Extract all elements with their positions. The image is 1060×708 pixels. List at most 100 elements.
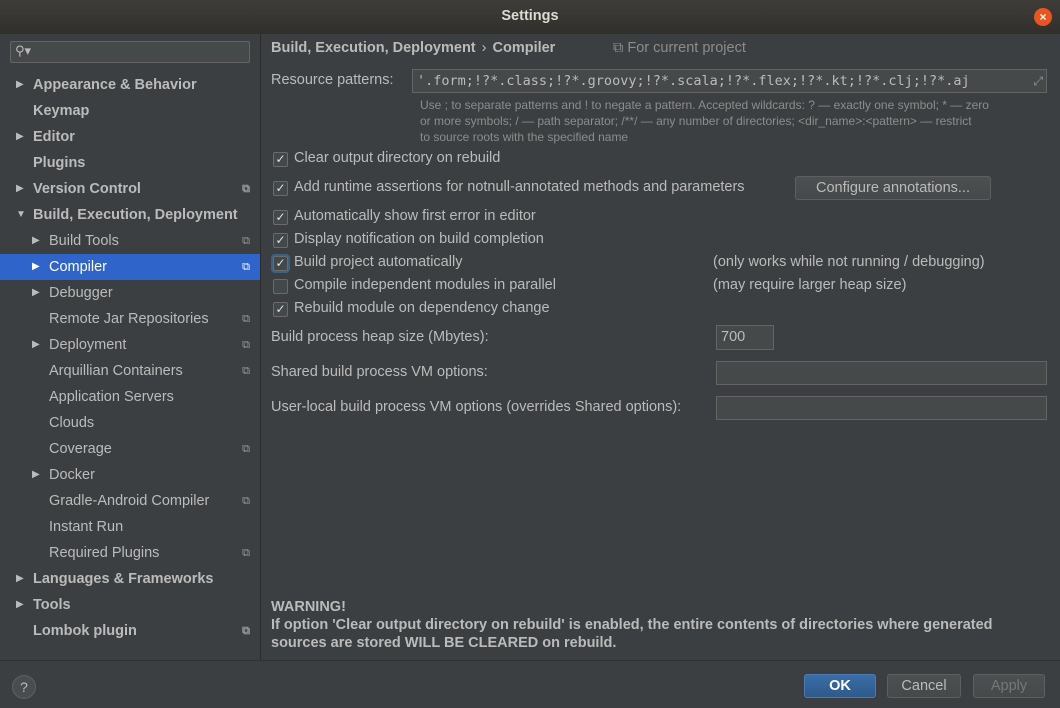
option-checkbox[interactable]: ✓ bbox=[273, 302, 288, 317]
option-checkbox[interactable]: ✓ bbox=[273, 210, 288, 225]
heap-size-input[interactable]: 700 bbox=[716, 325, 774, 350]
chevron-right-icon[interactable]: ▶ bbox=[16, 176, 24, 202]
sidebar-item-arquillian-containers[interactable]: Arquillian Containers ⧉ bbox=[0, 358, 260, 384]
apply-button[interactable]: Apply bbox=[973, 674, 1045, 698]
sidebar-item-required-plugins[interactable]: Required Plugins ⧉ bbox=[0, 540, 260, 566]
heap-size-label: Build process heap size (Mbytes): bbox=[271, 329, 489, 345]
close-icon[interactable]: × bbox=[1034, 8, 1052, 26]
option-note: (may require larger heap size) bbox=[713, 277, 907, 293]
project-scope-icon: ⧉ bbox=[242, 547, 250, 559]
chevron-right-icon[interactable]: ▶ bbox=[16, 72, 24, 98]
help-button[interactable]: ? bbox=[12, 675, 36, 699]
sidebar-item-tools[interactable]: ▶ Tools bbox=[0, 592, 260, 618]
project-scope-icon: ⧉ bbox=[242, 183, 250, 195]
sidebar-item-label: Languages & Frameworks bbox=[33, 571, 214, 587]
sidebar-item-clouds[interactable]: Clouds bbox=[0, 410, 260, 436]
project-scope-icon: ⧉ bbox=[242, 313, 250, 325]
user-vm-options-label: User-local build process VM options (ove… bbox=[271, 399, 682, 415]
sidebar-item-label: Docker bbox=[49, 467, 95, 483]
sidebar-item-label: Instant Run bbox=[49, 519, 124, 535]
chevron-right-icon[interactable]: ▶ bbox=[32, 462, 40, 488]
configure-annotations-button[interactable]: Configure annotations... bbox=[795, 176, 991, 200]
chevron-down-icon[interactable]: ▼ bbox=[16, 202, 26, 228]
chevron-right-icon[interactable]: ▶ bbox=[32, 228, 40, 254]
cancel-button[interactable]: Cancel bbox=[887, 674, 961, 698]
title-bar: Settings × bbox=[0, 0, 1060, 35]
chevron-right-icon[interactable]: ▶ bbox=[32, 254, 40, 280]
sidebar-item-label: Lombok plugin bbox=[33, 623, 137, 639]
project-scope-icon: ⧉ bbox=[242, 261, 250, 273]
sidebar-item-application-servers[interactable]: Application Servers bbox=[0, 384, 260, 410]
chevron-right-icon[interactable]: ▶ bbox=[32, 280, 40, 306]
resource-patterns-input[interactable]: '.form;!?*.class;!?*.groovy;!?*.scala;!?… bbox=[412, 69, 1047, 93]
search-input[interactable]: ⚲▾ bbox=[10, 41, 250, 63]
breadcrumb: Build, Execution, Deployment › Compiler bbox=[271, 40, 555, 56]
sidebar-item-appearance-behavior[interactable]: ▶ Appearance & Behavior bbox=[0, 72, 260, 98]
scope-label: For current project bbox=[627, 40, 746, 56]
sidebar-item-docker[interactable]: ▶ Docker bbox=[0, 462, 260, 488]
project-scope-icon: ⧉ bbox=[242, 495, 250, 507]
sidebar-item-lombok-plugin[interactable]: Lombok plugin ⧉ bbox=[0, 618, 260, 644]
sidebar-item-compiler[interactable]: ▶ Compiler ⧉ bbox=[0, 254, 260, 280]
option-checkbox[interactable]: ✓ bbox=[273, 181, 288, 196]
sidebar-item-build-execution-deployment[interactable]: ▼ Build, Execution, Deployment bbox=[0, 202, 260, 228]
sidebar-item-deployment[interactable]: ▶ Deployment ⧉ bbox=[0, 332, 260, 358]
warning-line-2: sources are stored WILL BE CLEARED on re… bbox=[271, 635, 617, 651]
ok-button[interactable]: OK bbox=[804, 674, 876, 698]
project-scope-icon: ⧉ bbox=[242, 235, 250, 247]
option-checkbox[interactable]: ✓ bbox=[273, 152, 288, 167]
sidebar-item-label: Compiler bbox=[49, 259, 108, 275]
sidebar-item-editor[interactable]: ▶ Editor bbox=[0, 124, 260, 150]
option-label[interactable]: Display notification on build completion bbox=[294, 231, 544, 247]
option-checkbox[interactable] bbox=[273, 279, 288, 294]
option-label[interactable]: Compile independent modules in parallel bbox=[294, 277, 556, 293]
option-label[interactable]: Automatically show first error in editor bbox=[294, 208, 536, 224]
warning-line-1: If option 'Clear output directory on reb… bbox=[271, 617, 993, 633]
sidebar-item-instant-run[interactable]: Instant Run bbox=[0, 514, 260, 540]
sidebar-item-remote-jar-repositories[interactable]: Remote Jar Repositories ⧉ bbox=[0, 306, 260, 332]
sidebar-item-plugins[interactable]: Plugins bbox=[0, 150, 260, 176]
expand-icon[interactable]: ⤢ bbox=[1033, 70, 1043, 92]
breadcrumb-separator: › bbox=[481, 40, 487, 56]
sidebar-item-version-control[interactable]: ▶ Version Control ⧉ bbox=[0, 176, 260, 202]
option-label[interactable]: Build project automatically bbox=[294, 254, 462, 270]
sidebar-item-label: Required Plugins bbox=[49, 545, 160, 561]
sidebar-item-label: Application Servers bbox=[49, 389, 174, 405]
option-label[interactable]: Add runtime assertions for notnull-annot… bbox=[294, 179, 745, 195]
option-note: (only works while not running / debuggin… bbox=[713, 254, 985, 270]
chevron-right-icon[interactable]: ▶ bbox=[16, 124, 24, 150]
sidebar-item-coverage[interactable]: Coverage ⧉ bbox=[0, 436, 260, 462]
sidebar-item-languages-frameworks[interactable]: ▶ Languages & Frameworks bbox=[0, 566, 260, 592]
sidebar-item-label: Build, Execution, Deployment bbox=[33, 207, 238, 223]
window-title: Settings bbox=[501, 8, 559, 24]
option-label[interactable]: Rebuild module on dependency change bbox=[294, 300, 550, 316]
project-scope-icon: ⧉ bbox=[242, 625, 250, 637]
project-scope-icon: ⧉ bbox=[242, 365, 250, 377]
search-icon: ⚲▾ bbox=[15, 43, 32, 58]
option-checkbox[interactable]: ✓ bbox=[273, 256, 288, 271]
sidebar-item-build-tools[interactable]: ▶ Build Tools ⧉ bbox=[0, 228, 260, 254]
option-checkbox[interactable]: ✓ bbox=[273, 233, 288, 248]
compiler-panel: Build, Execution, Deployment › Compiler ⧉ … bbox=[261, 34, 1060, 660]
user-vm-options-input[interactable] bbox=[716, 396, 1047, 420]
breadcrumb-parent[interactable]: Build, Execution, Deployment bbox=[271, 40, 476, 56]
sidebar-item-label: Deployment bbox=[49, 337, 127, 353]
sidebar-item-gradle-android-compiler[interactable]: Gradle-Android Compiler ⧉ bbox=[0, 488, 260, 514]
warning-title: WARNING! bbox=[271, 599, 346, 615]
chevron-right-icon[interactable]: ▶ bbox=[32, 332, 40, 358]
sidebar-item-keymap[interactable]: Keymap bbox=[0, 98, 260, 124]
chevron-right-icon[interactable]: ▶ bbox=[16, 592, 24, 618]
sidebar-item-label: Gradle-Android Compiler bbox=[49, 493, 210, 509]
shared-vm-options-label: Shared build process VM options: bbox=[271, 364, 488, 380]
sidebar-item-debugger[interactable]: ▶ Debugger bbox=[0, 280, 260, 306]
rebuild-warning: WARNING! If option 'Clear output directo… bbox=[271, 598, 1051, 652]
project-scope-icon: ⧉ bbox=[613, 40, 624, 56]
scope-indicator: ⧉ For current project bbox=[613, 40, 746, 56]
project-scope-icon: ⧉ bbox=[242, 339, 250, 351]
sidebar-item-label: Tools bbox=[33, 597, 71, 613]
hint-line-2: or more symbols; / — path separator; /**… bbox=[420, 114, 972, 128]
hint-line-1: Use ; to separate patterns and ! to nega… bbox=[420, 98, 989, 112]
option-label[interactable]: Clear output directory on rebuild bbox=[294, 150, 500, 166]
chevron-right-icon[interactable]: ▶ bbox=[16, 566, 24, 592]
shared-vm-options-input[interactable] bbox=[716, 361, 1047, 385]
